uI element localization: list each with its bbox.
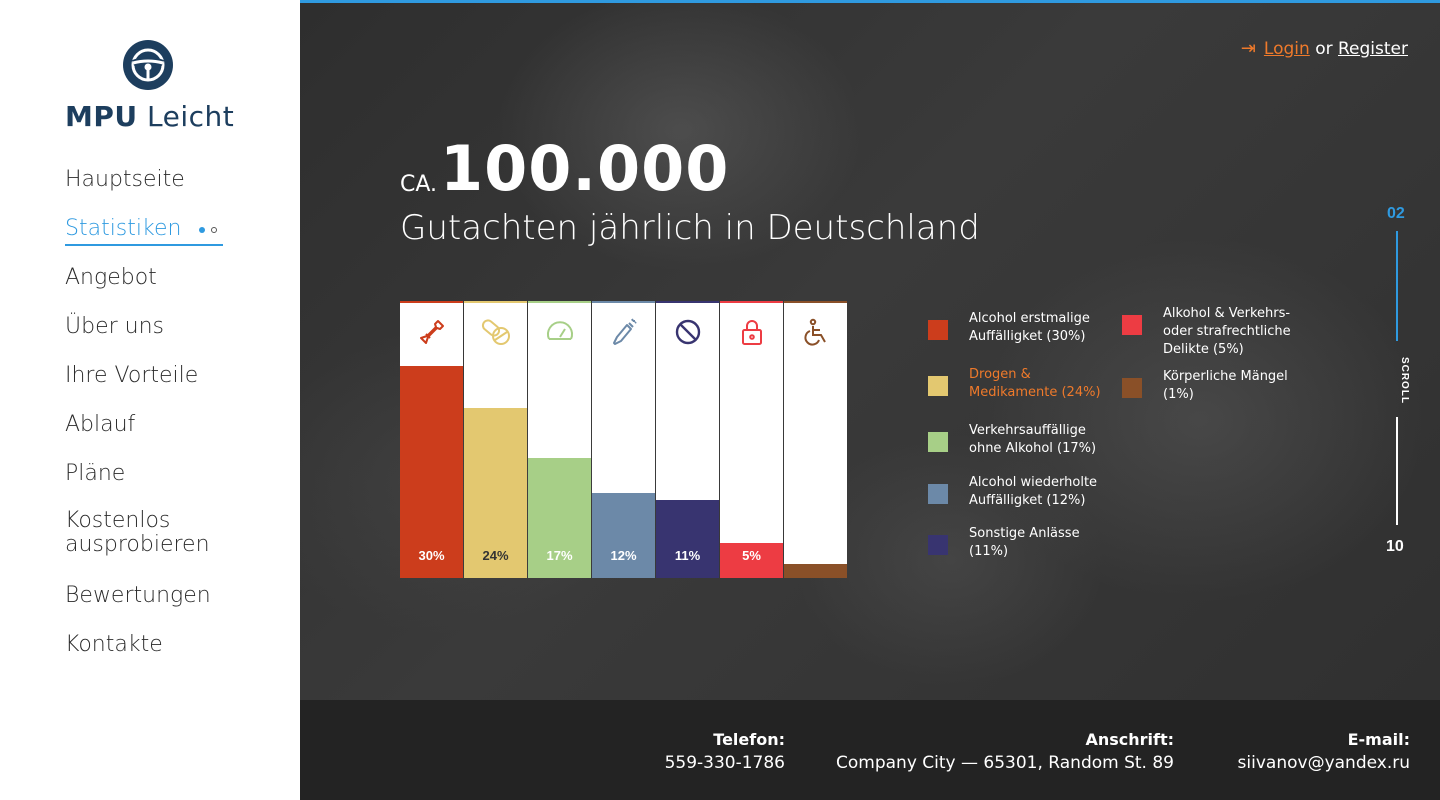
email-label: E-mail: bbox=[1347, 730, 1410, 749]
chart-legend: Alcohol erstmalige Auffälligket (30%) Drog… bbox=[928, 306, 1308, 570]
scroll-total: 10 bbox=[1386, 538, 1404, 555]
login-link[interactable]: Login bbox=[1264, 39, 1310, 59]
legend-swatch bbox=[928, 432, 948, 452]
bottle-icon bbox=[400, 317, 463, 353]
scroll-indicator[interactable]: 02 SCROLL 10 bbox=[1386, 205, 1410, 565]
chart-value-label: 17% bbox=[546, 548, 573, 563]
steering-wheel-icon bbox=[123, 40, 173, 90]
chart-bar bbox=[656, 500, 719, 578]
chart-bar bbox=[400, 366, 463, 578]
nav-item-kontakte[interactable]: Kontakte bbox=[65, 631, 225, 680]
chart-bar-column bbox=[784, 301, 847, 578]
legend-swatch bbox=[1122, 378, 1142, 398]
footer-email: E-mail: siivanov@yandex.ru bbox=[1238, 730, 1410, 773]
nav-item-ihre-vorteile[interactable]: Ihre Vorteile bbox=[65, 362, 225, 411]
chart-value-label: 5% bbox=[742, 548, 761, 563]
brand-name: MPU Leicht bbox=[65, 100, 235, 133]
lock-icon bbox=[720, 317, 783, 353]
chart-bar-column: 24% bbox=[464, 301, 527, 578]
wheelchair-icon bbox=[784, 317, 847, 353]
address-value: Company City — 65301, Random St. 89 bbox=[836, 753, 1174, 773]
nav-item-plaene[interactable]: Pläne bbox=[65, 460, 225, 509]
pills-icon bbox=[464, 317, 527, 353]
legend-text: Alcohol wiederholte Auffälligket (12%) bbox=[969, 475, 1098, 508]
nav-item-kostenlos[interactable]: Kostenlos ausprobieren bbox=[65, 509, 225, 582]
auth-links: ⇥ Login or Register bbox=[1241, 38, 1408, 59]
chart-bar-column: 11% bbox=[656, 301, 719, 578]
nav-item-ablauf[interactable]: Ablauf bbox=[65, 411, 225, 460]
footer-phone: Telefon: 559-330-1786 bbox=[665, 730, 785, 773]
accent-bar bbox=[300, 0, 1440, 3]
scroll-progress-line bbox=[1396, 231, 1398, 341]
scroll-current: 02 bbox=[1387, 205, 1405, 222]
headline-prefix: CA. bbox=[400, 172, 438, 197]
legend-text: Drogen & Medikamente (24%) bbox=[969, 367, 1101, 400]
main-nav: Hauptseite Statistiken Angebot Über uns … bbox=[65, 166, 225, 680]
chart-bar-column: 17% bbox=[528, 301, 591, 578]
legend-swatch bbox=[1122, 315, 1142, 335]
nav-item-bewertungen[interactable]: Bewertungen bbox=[65, 582, 225, 631]
nav-item-statistiken[interactable]: Statistiken bbox=[65, 215, 225, 264]
chart-bar-column: 12% bbox=[592, 301, 655, 578]
auth-or: or bbox=[1315, 39, 1333, 59]
chart-value-label: 30% bbox=[418, 548, 445, 563]
chart-value-label: 12% bbox=[610, 548, 637, 563]
phone-label: Telefon: bbox=[713, 730, 785, 749]
legend-text: Alcohol erstmalige Auffälligket (30%) bbox=[969, 311, 1090, 344]
chart-bar bbox=[592, 493, 655, 578]
sidebar: MPU Leicht Hauptseite Statistiken Angebo… bbox=[0, 0, 300, 800]
register-link[interactable]: Register bbox=[1338, 39, 1408, 59]
chart-value-label: 24% bbox=[482, 548, 509, 563]
statistics-chart: 30% 24% 17% 12% 11% 5% bbox=[400, 301, 847, 578]
address-label: Anschrift: bbox=[1085, 730, 1174, 749]
hero-section: ⇥ Login or Register CA. 100.000 Gutachten… bbox=[300, 0, 1440, 700]
legend-text: Körperliche Mängel (1%) bbox=[1163, 369, 1288, 402]
legend-swatch bbox=[928, 484, 948, 504]
chart-bar bbox=[784, 564, 847, 578]
headline-subtitle: Gutachten jährlich in Deutschland bbox=[400, 208, 980, 248]
nav-item-label: Statistiken bbox=[65, 216, 182, 241]
login-icon: ⇥ bbox=[1240, 38, 1256, 59]
legend-text: Alkohol & Verkehrs-oder strafrechtliche D… bbox=[1163, 306, 1291, 357]
speedometer-icon bbox=[528, 317, 591, 353]
legend-swatch bbox=[928, 320, 948, 340]
phone-value[interactable]: 559-330-1786 bbox=[665, 753, 785, 773]
nav-item-hauptseite[interactable]: Hauptseite bbox=[65, 166, 225, 215]
legend-swatch bbox=[928, 376, 948, 396]
scroll-label: SCROLL bbox=[1399, 356, 1411, 405]
prohibited-icon bbox=[656, 317, 719, 353]
email-value[interactable]: siivanov@yandex.ru bbox=[1238, 753, 1410, 773]
chart-bar-column: 5% bbox=[720, 301, 783, 578]
champagne-icon bbox=[592, 317, 655, 353]
nav-item-angebot[interactable]: Angebot bbox=[65, 264, 225, 313]
headline-number: 100.000 bbox=[440, 132, 730, 205]
active-indicator bbox=[199, 213, 218, 241]
nav-item-ueber-uns[interactable]: Über uns bbox=[65, 313, 225, 362]
chart-value-label: 11% bbox=[674, 548, 701, 563]
legend-swatch bbox=[928, 535, 948, 555]
chart-bar-column: 30% bbox=[400, 301, 463, 578]
footer-address: Anschrift: Company City — 65301, Random … bbox=[836, 730, 1174, 773]
legend-text: Sonstige Anlässe (11%) bbox=[969, 526, 1080, 559]
scroll-track-line bbox=[1396, 417, 1398, 525]
legend-text: Verkehrsauffällige ohne Alkohol (17%) bbox=[969, 423, 1097, 456]
footer: Telefon: 559-330-1786 Anschrift: Company… bbox=[300, 700, 1440, 800]
